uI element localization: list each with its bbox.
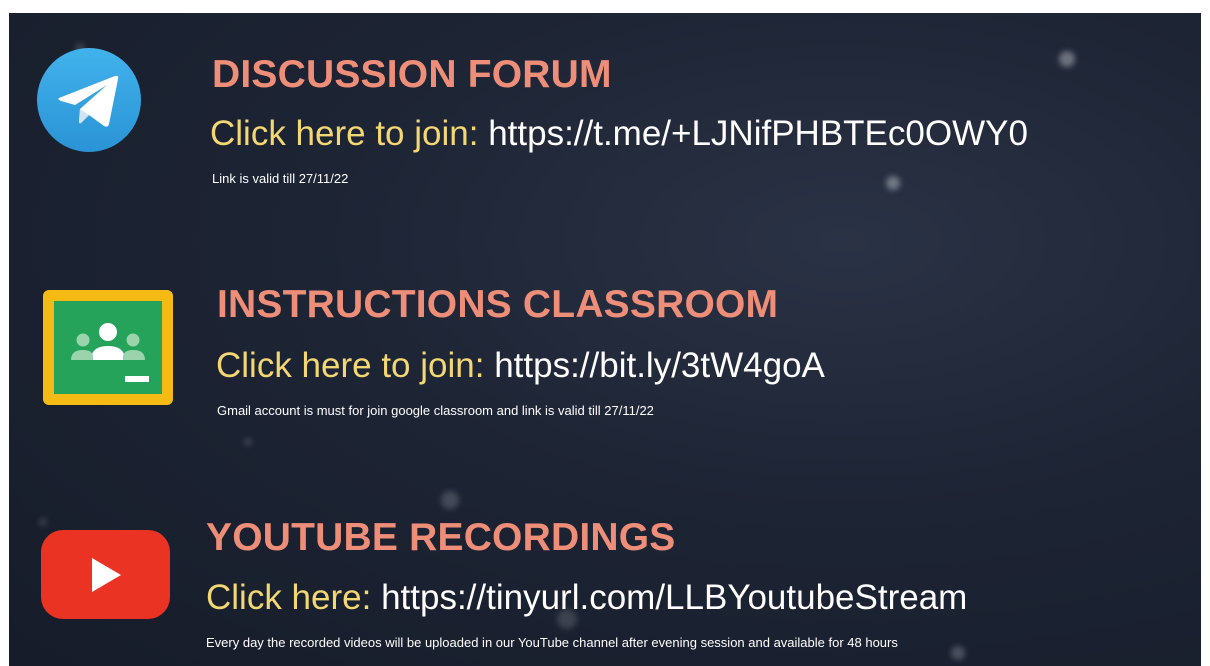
bokeh-dot (39, 518, 47, 526)
youtube-recordings-heading: YOUTUBE RECORDINGS (206, 516, 676, 559)
classroom-validity-note: Gmail account is must for join google cl… (217, 403, 654, 418)
youtube-link[interactable]: https://tinyurl.com/LLBYoutubeStream (381, 578, 967, 617)
bokeh-dot (1059, 51, 1075, 67)
instructions-classroom-heading: INSTRUCTIONS CLASSROOM (217, 283, 779, 326)
classroom-link-line[interactable]: Click here to join: https://bit.ly/3tW4g… (216, 346, 825, 386)
classroom-link[interactable]: https://bit.ly/3tW4goA (494, 346, 825, 385)
youtube-icon (41, 530, 170, 619)
click-here-prompt: Click here: (206, 578, 372, 617)
bokeh-dot (951, 646, 965, 660)
bokeh-dot (886, 176, 900, 190)
telegram-validity-note: Link is valid till 27/11/22 (212, 171, 349, 186)
youtube-link-line[interactable]: Click here: https://tinyurl.com/LLBYoutu… (206, 578, 967, 618)
discussion-forum-heading: DISCUSSION FORUM (212, 53, 612, 96)
telegram-link[interactable]: https://t.me/+LJNifPHBTEc0OWY0 (488, 114, 1028, 153)
join-prompt: Click here to join: (216, 346, 485, 385)
bokeh-dot (244, 438, 252, 446)
google-classroom-icon (43, 290, 173, 405)
youtube-upload-note: Every day the recorded videos will be up… (206, 635, 898, 650)
telegram-link-line[interactable]: Click here to join: https://t.me/+LJNifP… (210, 114, 1028, 154)
telegram-icon (37, 48, 141, 152)
bokeh-dot (441, 491, 459, 509)
slide-background: DISCUSSION FORUM Click here to join: htt… (9, 13, 1201, 666)
join-prompt: Click here to join: (210, 114, 479, 153)
